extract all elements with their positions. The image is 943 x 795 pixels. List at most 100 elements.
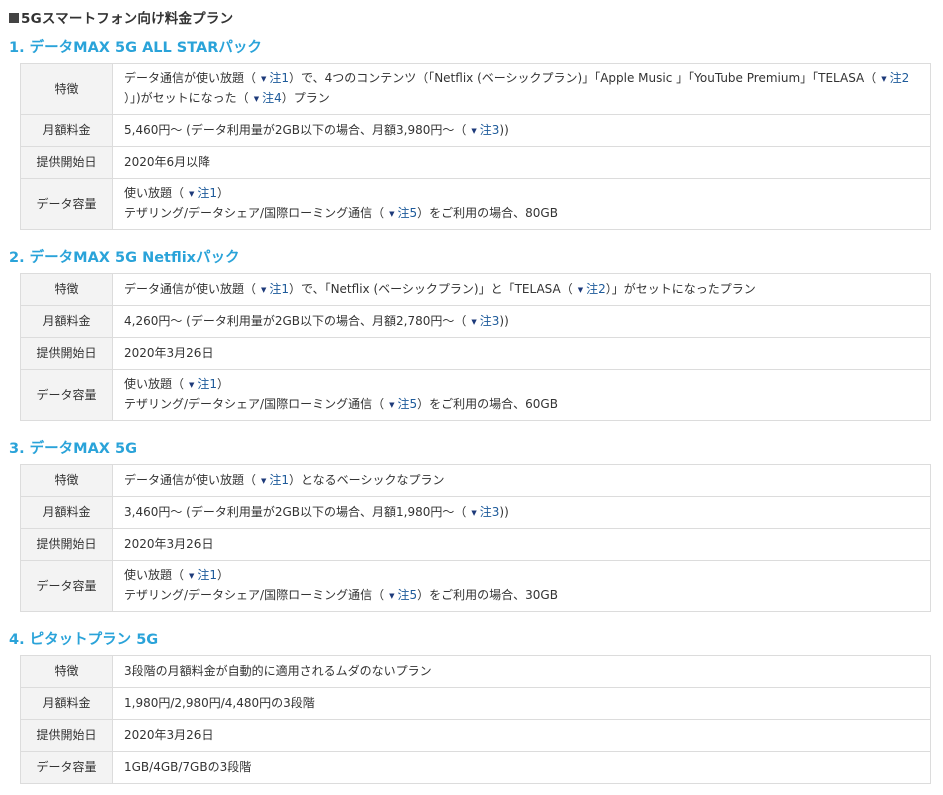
text: データ通信が使い放題（	[124, 472, 257, 487]
external-link-icon: ▼	[389, 592, 395, 600]
capacity-cell: 1GB/4GB/7GBの3段階	[112, 751, 931, 784]
table-row-feature: 特徴 データ通信が使い放題（ ▼ 注1）で、4つのコンテンツ（「Netflix (ベ…	[20, 63, 931, 115]
note-link-1[interactable]: 注1	[197, 568, 217, 582]
row-label-feature: 特徴	[20, 655, 113, 688]
text: 使い放題（	[124, 377, 185, 391]
text: ）」がセットになったプラン	[605, 281, 756, 296]
table-row-monthly: 月額料金 5,460円〜 (データ利用量が2GB以下の場合、月額3,980円〜（…	[20, 114, 931, 147]
note-link-1[interactable]: 注1	[269, 71, 289, 85]
start-cell: 2020年3月26日	[112, 528, 931, 561]
monthly-cell: 4,260円〜 (データ利用量が2GB以下の場合、月額2,780円〜（ ▼ 注3))	[112, 305, 931, 338]
table-row-start: 提供開始日 2020年3月26日	[20, 528, 931, 561]
plan-table-1: 特徴 データ通信が使い放題（ ▼ 注1）で、4つのコンテンツ（「Netflix (ベ…	[20, 63, 931, 230]
table-row-monthly: 月額料金 1,980円/2,980円/4,480円の3段階	[20, 687, 931, 720]
row-label-feature: 特徴	[20, 273, 113, 306]
plan-table-2: 特徴 データ通信が使い放題（ ▼ 注1）で、「Netflix (ベーシックプラン)」…	[20, 273, 931, 421]
table-row-capacity: データ容量 1GB/4GB/7GBの3段階	[20, 751, 931, 784]
plan-title-2: 2. データMAX 5G Netflixパック	[9, 250, 240, 266]
table-row-start: 提供開始日 2020年3月26日	[20, 719, 931, 752]
text: ）をご利用の場合、80GB	[417, 206, 558, 220]
external-link-icon: ▼	[261, 285, 267, 294]
external-link-icon: ▼	[189, 381, 195, 389]
note-link-3[interactable]: 注3	[480, 123, 500, 137]
row-label-capacity: データ容量	[20, 751, 113, 784]
note-link-1[interactable]: 注1	[197, 186, 217, 200]
external-link-icon: ▼	[471, 317, 477, 326]
external-link-icon: ▼	[389, 401, 395, 409]
external-link-icon: ▼	[261, 476, 267, 485]
row-label-monthly: 月額料金	[20, 496, 113, 529]
row-label-start: 提供開始日	[20, 719, 113, 752]
external-link-icon: ▼	[253, 95, 260, 103]
capacity-cell: 使い放題（ ▼ 注1） テザリング/データシェア/国際ローミング通信（ ▼ 注5）をご利用…	[112, 560, 931, 612]
table-row-start: 提供開始日 2020年3月26日	[20, 337, 931, 370]
text: ）」)がセットになった（	[124, 91, 249, 105]
text: ）	[217, 377, 230, 391]
plan-table-4: 特徴 3段階の月額料金が自動的に適用されるムダのないプラン 月額料金 1,980…	[20, 655, 931, 784]
capacity-cell: 使い放題（ ▼ 注1） テザリング/データシェア/国際ローミング通信（ ▼ 注5）をご利用…	[112, 369, 931, 421]
plan-title-4: 4. ピタットプラン 5G	[9, 632, 159, 648]
feature-cell: データ通信が使い放題（ ▼ 注1）で、4つのコンテンツ（「Netflix (ベーシッ…	[112, 63, 931, 115]
page-title-text: 5Gスマートフォン向け料金プラン	[21, 11, 234, 27]
plan-table-3: 特徴 データ通信が使い放題（ ▼ 注1）となるベーシックなプラン 月額料金 3,46…	[20, 464, 931, 612]
row-label-capacity: データ容量	[20, 178, 113, 230]
external-link-icon: ▼	[577, 285, 584, 294]
table-row-feature: 特徴 3段階の月額料金が自動的に適用されるムダのないプラン	[20, 655, 931, 688]
row-label-monthly: 月額料金	[20, 305, 113, 338]
feature-cell: データ通信が使い放題（ ▼ 注1）となるベーシックなプラン	[112, 464, 931, 497]
row-label-feature: 特徴	[20, 63, 113, 115]
text: テザリング/データシェア/国際ローミング通信（	[124, 588, 385, 602]
start-cell: 2020年3月26日	[112, 337, 931, 370]
text: ）で、「Netflix (ベーシックプラン)」と「TELASA（	[289, 281, 573, 296]
text: ）	[217, 568, 230, 582]
text: ）プラン	[281, 91, 330, 105]
row-label-start: 提供開始日	[20, 146, 113, 179]
note-link-5[interactable]: 注5	[397, 588, 417, 602]
note-link-3[interactable]: 注3	[480, 505, 500, 519]
row-label-feature: 特徴	[20, 464, 113, 497]
table-row-monthly: 月額料金 3,460円〜 (データ利用量が2GB以下の場合、月額1,980円〜（…	[20, 496, 931, 529]
row-label-monthly: 月額料金	[20, 687, 113, 720]
table-row-feature: 特徴 データ通信が使い放題（ ▼ 注1）となるベーシックなプラン	[20, 464, 931, 497]
text: ）をご利用の場合、60GB	[417, 397, 558, 411]
page-title: 5Gスマートフォン向け料金プラン	[9, 7, 233, 27]
note-link-2[interactable]: 注2	[586, 282, 606, 296]
start-cell: 2020年3月26日	[112, 719, 931, 752]
text: データ通信が使い放題（	[124, 281, 257, 296]
text: ）をご利用の場合、30GB	[417, 588, 558, 602]
note-link-5[interactable]: 注5	[397, 206, 417, 220]
feature-cell: データ通信が使い放題（ ▼ 注1）で、「Netflix (ベーシックプラン)」と「T…	[112, 273, 931, 306]
text: 使い放題（	[124, 568, 185, 582]
text: ）で、4つのコンテンツ（「Netflix (ベーシックプラン)」「Apple M…	[289, 71, 877, 85]
note-link-4[interactable]: 注4	[262, 91, 282, 105]
capacity-cell: 使い放題（ ▼ 注1） テザリング/データシェア/国際ローミング通信（ ▼ 注5）をご利用…	[112, 178, 931, 230]
note-link-3[interactable]: 注3	[480, 314, 500, 328]
table-row-capacity: データ容量 使い放題（ ▼ 注1） テザリング/データシェア/国際ローミング通信（ ▼ 注…	[20, 560, 931, 612]
row-label-start: 提供開始日	[20, 528, 113, 561]
row-label-monthly: 月額料金	[20, 114, 113, 147]
monthly-cell: 5,460円〜 (データ利用量が2GB以下の場合、月額3,980円〜（ ▼ 注3))	[112, 114, 931, 147]
text: 3,460円〜 (データ利用量が2GB以下の場合、月額1,980円〜（	[124, 504, 467, 519]
external-link-icon: ▼	[261, 75, 267, 83]
external-link-icon: ▼	[189, 572, 195, 580]
note-link-5[interactable]: 注5	[397, 397, 417, 411]
note-link-1[interactable]: 注1	[197, 377, 217, 391]
row-label-capacity: データ容量	[20, 369, 113, 421]
text: 5,460円〜 (データ利用量が2GB以下の場合、月額3,980円〜（	[124, 122, 467, 137]
note-link-1[interactable]: 注1	[269, 473, 289, 487]
text: ))	[499, 504, 509, 519]
note-link-2[interactable]: 注2	[890, 71, 910, 85]
text: データ通信が使い放題（	[124, 71, 257, 85]
table-row-start: 提供開始日 2020年6月以降	[20, 146, 931, 179]
external-link-icon: ▼	[389, 210, 395, 218]
text: ))	[499, 122, 509, 137]
row-label-capacity: データ容量	[20, 560, 113, 612]
row-label-start: 提供開始日	[20, 337, 113, 370]
external-link-icon: ▼	[471, 508, 477, 517]
note-link-1[interactable]: 注1	[269, 282, 289, 296]
text: ）	[217, 186, 230, 200]
text: テザリング/データシェア/国際ローミング通信（	[124, 206, 385, 220]
square-bullet-icon	[9, 13, 19, 23]
table-row-capacity: データ容量 使い放題（ ▼ 注1） テザリング/データシェア/国際ローミング通信（ ▼ 注…	[20, 369, 931, 421]
feature-cell: 3段階の月額料金が自動的に適用されるムダのないプラン	[112, 655, 931, 688]
